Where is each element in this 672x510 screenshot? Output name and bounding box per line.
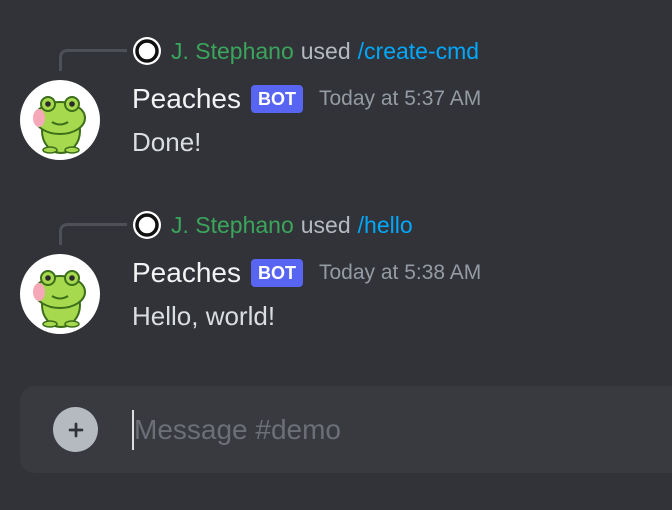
author-name[interactable]: Peaches xyxy=(132,83,241,115)
message-content: Done! xyxy=(132,127,202,157)
message-input[interactable] xyxy=(132,404,652,456)
message: J. Stephano used /hello Peaches BOT Toda… xyxy=(0,204,672,344)
command-name[interactable]: /create-cmd xyxy=(358,35,479,67)
reply-spine xyxy=(59,223,127,245)
message-header: Peaches BOT Today at 5:37 AM xyxy=(132,80,481,118)
message-header: Peaches BOT Today at 5:38 AM xyxy=(132,254,481,292)
command-invocation[interactable]: J. Stephano used /create-cmd xyxy=(132,35,479,67)
plus-circle-icon[interactable] xyxy=(53,407,98,452)
message-timestamp: Today at 5:37 AM xyxy=(318,87,482,110)
command-name[interactable]: /hello xyxy=(358,209,413,241)
message-timestamp: Today at 5:38 AM xyxy=(318,261,482,284)
chat-messages: J. Stephano used /create-cmd Peaches BOT… xyxy=(0,0,672,510)
frog-avatar-icon[interactable] xyxy=(20,254,100,334)
invoker-name[interactable]: J. Stephano xyxy=(171,209,294,241)
invocation-verb: used xyxy=(300,38,351,64)
author-name[interactable]: Peaches xyxy=(132,257,241,289)
bot-badge: BOT xyxy=(250,85,303,113)
message: J. Stephano used /create-cmd Peaches BOT… xyxy=(0,30,672,170)
bot-badge: BOT xyxy=(250,259,303,287)
message-composer xyxy=(20,386,672,473)
frog-avatar-icon[interactable] xyxy=(20,80,100,160)
invoker-avatar-icon[interactable] xyxy=(132,210,162,240)
invoker-avatar-icon[interactable] xyxy=(132,36,162,66)
message-content: Hello, world! xyxy=(132,301,276,331)
invoker-name[interactable]: J. Stephano xyxy=(171,35,294,67)
reply-spine xyxy=(59,49,127,71)
invocation-verb: used xyxy=(300,212,351,238)
command-invocation[interactable]: J. Stephano used /hello xyxy=(132,209,413,241)
